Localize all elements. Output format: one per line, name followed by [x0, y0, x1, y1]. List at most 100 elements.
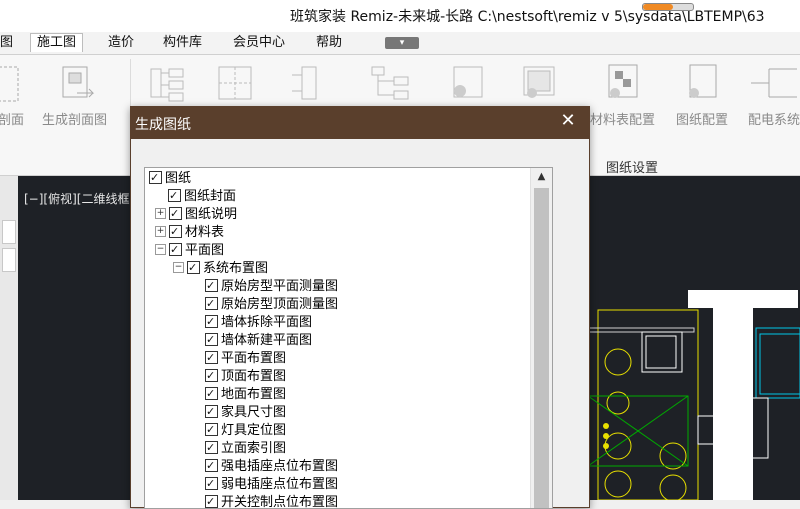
- tree-item-checkbox[interactable]: [169, 223, 182, 241]
- expand-icon[interactable]: +: [155, 208, 166, 219]
- tree-item[interactable]: 原始房型顶面测量图: [205, 295, 339, 314]
- tree-item-label: 原始房型顶面测量图: [221, 297, 339, 312]
- tree-tool-button-2[interactable]: [288, 63, 328, 109]
- tree-item-label: 开关控制点位布置图: [221, 495, 339, 509]
- drawing-settings-group-label: 图纸设置: [606, 161, 659, 176]
- drawing-tool-button-2[interactable]: [520, 63, 560, 109]
- tree-item-checkbox[interactable]: [205, 331, 218, 349]
- tree-item[interactable]: 墙体拆除平面图: [205, 313, 313, 332]
- title-progress-bar: [642, 3, 694, 11]
- tree-item-label: 材料表: [185, 225, 225, 240]
- collapse-icon[interactable]: −: [173, 262, 184, 273]
- tree-item-checkbox[interactable]: [149, 169, 162, 187]
- dialog-titlebar: 生成图纸 ✕: [131, 107, 589, 139]
- tree-item-label: 墙体拆除平面图: [221, 315, 313, 330]
- tree-item-label: 灯具定位图: [221, 423, 287, 438]
- tree-structure-icon-2: [292, 66, 317, 100]
- expand-icon[interactable]: +: [155, 226, 166, 237]
- tree-item-checkbox[interactable]: [205, 439, 218, 457]
- left-panel-box-1[interactable]: [2, 220, 16, 244]
- power-system-icon: [751, 68, 797, 98]
- tree-item-label: 立面索引图: [221, 441, 287, 456]
- tree-item[interactable]: 图纸封面: [155, 187, 237, 206]
- tree-item-checkbox[interactable]: [205, 493, 218, 508]
- section-button[interactable]: 剖面: [0, 63, 24, 128]
- tree-tool-button-3[interactable]: [370, 63, 410, 109]
- tree-item-checkbox[interactable]: [205, 403, 218, 421]
- power-system-button[interactable]: 配电系统: [748, 63, 800, 128]
- tree-item-label: 地面布置图: [221, 387, 287, 402]
- tree-item-checkbox[interactable]: [205, 385, 218, 403]
- drawing-gear-icon: [453, 66, 483, 98]
- tree-item[interactable]: + 图纸说明: [155, 205, 237, 224]
- menu-extension-icon[interactable]: ▾: [385, 37, 419, 49]
- menu-item-cost[interactable]: 造价: [102, 34, 140, 52]
- drawing-config-button[interactable]: 图纸配置: [676, 63, 728, 128]
- cabinet-tool-button[interactable]: [215, 63, 255, 109]
- tree-item[interactable]: 顶面布置图: [205, 367, 287, 386]
- tree-item[interactable]: − 平面图: [155, 241, 225, 260]
- power-system-label: 配电系统: [748, 113, 800, 128]
- tree-item-label: 墙体新建平面图: [221, 333, 313, 348]
- floorplan-drawing: [578, 290, 800, 500]
- tree-item-label: 家具尺寸图: [221, 405, 287, 420]
- tree-item-checkbox[interactable]: [169, 241, 182, 259]
- tree-item[interactable]: 开关控制点位布置图: [205, 493, 339, 509]
- tree-item-checkbox[interactable]: [205, 475, 218, 493]
- scroll-up-icon[interactable]: ▲: [534, 171, 549, 185]
- close-icon[interactable]: ✕: [559, 112, 577, 130]
- drawing-tool-button-1[interactable]: [448, 63, 488, 109]
- tree-item[interactable]: − 系统布置图: [173, 259, 269, 278]
- tree-item[interactable]: 家具尺寸图: [205, 403, 287, 422]
- tree-item-label: 弱电插座点位布置图: [221, 477, 339, 492]
- scroll-thumb[interactable]: [534, 188, 549, 508]
- tree-item-label: 顶面布置图: [221, 369, 287, 384]
- drawing-frame-icon: [523, 66, 555, 98]
- tree-item-checkbox[interactable]: [205, 349, 218, 367]
- tree-item[interactable]: 弱电插座点位布置图: [205, 475, 339, 494]
- left-side-panel: [0, 176, 18, 500]
- tree-item[interactable]: 原始房型平面测量图: [205, 277, 339, 296]
- tree-item[interactable]: + 材料表: [155, 223, 225, 242]
- tree-item-label: 平面图: [185, 243, 225, 258]
- menu-item-help[interactable]: 帮助: [310, 34, 348, 52]
- tree-item-label: 图纸封面: [184, 189, 237, 204]
- menu-item-construction[interactable]: 施工图: [30, 33, 84, 52]
- material-table-icon: [608, 64, 637, 98]
- generate-section-button[interactable]: 生成剖面图: [42, 63, 107, 128]
- tree-item[interactable]: 地面布置图: [205, 385, 287, 404]
- tree-item-checkbox[interactable]: [205, 277, 218, 295]
- hierarchy-icon: [371, 66, 409, 100]
- tree-item-checkbox[interactable]: [205, 457, 218, 475]
- tree-item-label: 图纸: [165, 171, 192, 186]
- tree-item-checkbox[interactable]: [205, 295, 218, 313]
- tree-scrollbar[interactable]: ▲: [530, 168, 552, 508]
- material-table-config-button[interactable]: 材料表配置: [590, 63, 655, 128]
- generate-section-label: 生成剖面图: [42, 113, 108, 128]
- menu-item-0[interactable]: 图: [0, 34, 19, 52]
- tree-item[interactable]: 平面布置图: [205, 349, 286, 368]
- menu-item-member-center[interactable]: 会员中心: [227, 34, 291, 52]
- tree-tool-button-1[interactable]: [147, 63, 187, 109]
- tree-item-checkbox[interactable]: [168, 187, 181, 205]
- tree-item[interactable]: 立面索引图: [205, 439, 287, 458]
- left-panel-box-2[interactable]: [2, 248, 16, 272]
- tree-item-checkbox[interactable]: [169, 205, 182, 223]
- drawing-config-icon: [689, 64, 717, 98]
- tree-item[interactable]: 强电插座点位布置图: [205, 457, 338, 476]
- collapse-icon[interactable]: −: [155, 244, 166, 255]
- tree-item[interactable]: 灯具定位图: [205, 421, 287, 440]
- tree-item-checkbox[interactable]: [205, 367, 218, 385]
- tree-item[interactable]: 图纸: [149, 169, 192, 188]
- progress-fill: [643, 4, 673, 10]
- tree-item-label: 原始房型平面测量图: [221, 279, 339, 294]
- tree-item-checkbox[interactable]: [205, 313, 218, 331]
- generate-section-icon: [62, 66, 94, 98]
- tree-item-checkbox[interactable]: [205, 421, 218, 439]
- tree-item-checkbox[interactable]: [187, 259, 200, 277]
- viewport-label: [−][俯视][二维线框: [24, 192, 130, 206]
- cabinet-icon: [218, 66, 252, 100]
- tree-item-label: 系统布置图: [203, 261, 269, 276]
- menu-item-component-library[interactable]: 构件库: [157, 34, 208, 52]
- tree-item[interactable]: 墙体新建平面图: [205, 331, 313, 350]
